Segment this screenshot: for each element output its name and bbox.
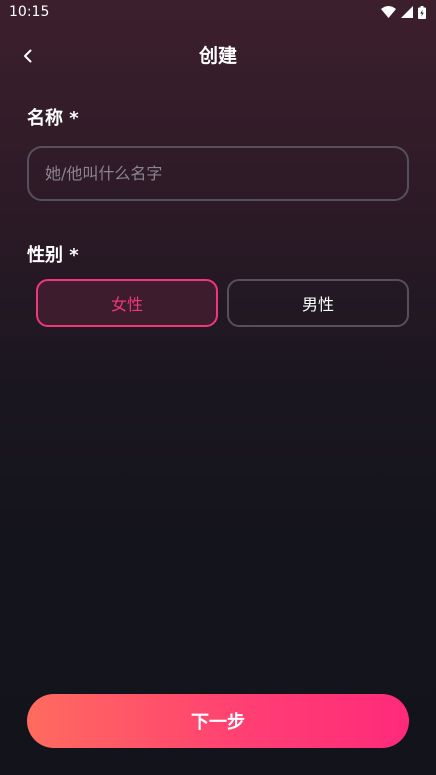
signal-icon [401, 6, 413, 18]
name-label: 名称 * [27, 108, 79, 129]
name-input[interactable] [27, 146, 409, 201]
wifi-icon [381, 6, 396, 18]
battery-icon [418, 5, 426, 19]
status-time: 10:15 [9, 4, 50, 20]
page-title: 创建 [198, 45, 237, 67]
next-button[interactable]: 下一步 [27, 694, 409, 748]
status-bar: 10:15 [0, 0, 436, 24]
header: 创建 [0, 36, 436, 76]
status-icons [381, 5, 426, 19]
gender-label: 性别 * [27, 245, 79, 266]
gender-option-male[interactable]: 男性 [227, 279, 409, 327]
gender-option-female[interactable]: 女性 [36, 279, 218, 327]
